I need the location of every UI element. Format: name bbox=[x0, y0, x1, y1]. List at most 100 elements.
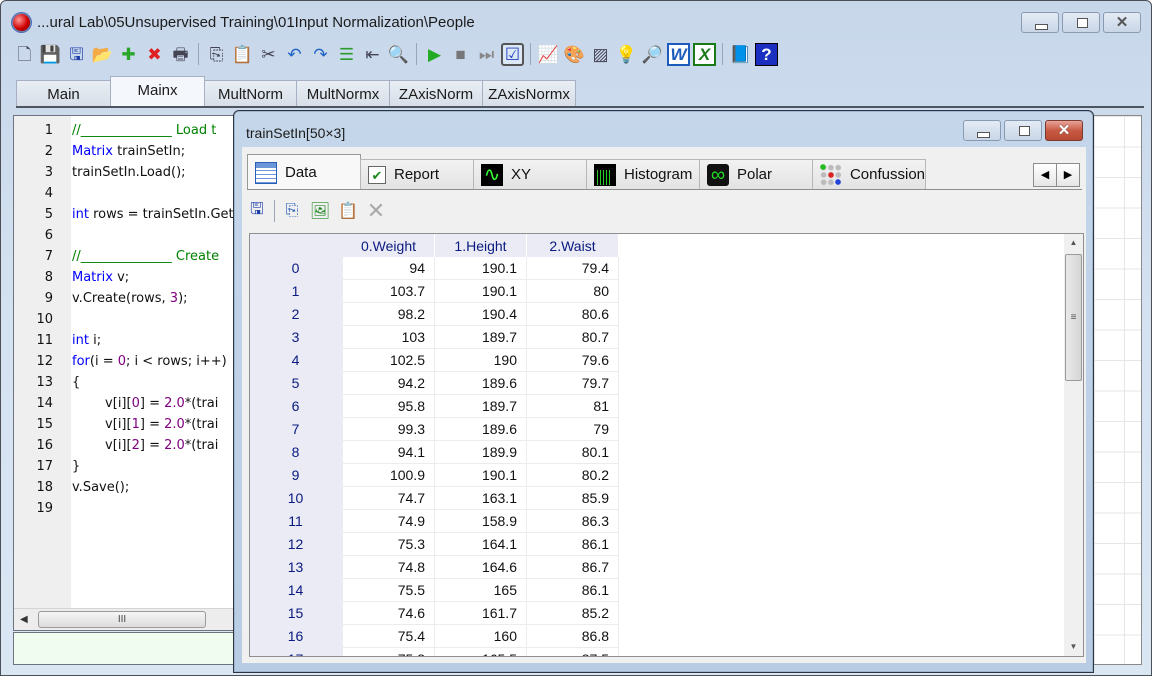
row-header[interactable]: 12 bbox=[250, 533, 343, 556]
table-row[interactable]: 8 94.1 189.9 80.1 bbox=[250, 441, 619, 464]
table-cell[interactable]: 161.7 bbox=[435, 602, 527, 625]
tab-polar[interactable]: ∞ Polar bbox=[699, 159, 813, 189]
horizontal-scrollbar[interactable]: ◀ III bbox=[14, 608, 234, 630]
table-cell[interactable]: 80.7 bbox=[527, 326, 619, 349]
run-button[interactable]: ▶ bbox=[423, 43, 446, 66]
table-row[interactable]: 4 102.5 190 79.6 bbox=[250, 349, 619, 372]
step-button[interactable]: ⏭ bbox=[475, 43, 498, 66]
table-row[interactable]: 12 75.3 164.1 86.1 bbox=[250, 533, 619, 556]
table-cell[interactable]: 160 bbox=[435, 625, 527, 648]
cut-button[interactable]: ✂ bbox=[257, 43, 280, 66]
table-cell[interactable]: 80.2 bbox=[527, 464, 619, 487]
table-cell[interactable]: 165 bbox=[435, 579, 527, 602]
undo-button[interactable]: ↶ bbox=[283, 43, 306, 66]
indent-button[interactable]: ☰ bbox=[335, 43, 358, 66]
excel-button[interactable]: X bbox=[693, 42, 716, 66]
open-folder-button[interactable]: 📂 bbox=[91, 43, 114, 66]
table-cell[interactable]: 164.6 bbox=[435, 556, 527, 579]
table-cell[interactable]: 163.1 bbox=[435, 487, 527, 510]
table-cell[interactable]: 85.9 bbox=[527, 487, 619, 510]
row-header[interactable]: 15 bbox=[250, 602, 343, 625]
table-cell[interactable]: 74.6 bbox=[343, 602, 435, 625]
table-cell[interactable]: 86.1 bbox=[527, 579, 619, 602]
table-row[interactable]: 1775.8165.587.5 bbox=[250, 648, 619, 656]
find-button[interactable]: 🔍 bbox=[387, 43, 410, 66]
tab-confussion[interactable]: Confussion bbox=[812, 159, 926, 189]
viewer-close-button[interactable]: ✕ bbox=[1045, 120, 1083, 141]
print-button[interactable]: 🖶 bbox=[169, 43, 192, 66]
table-row[interactable]: 10 74.7 163.1 85.9 bbox=[250, 487, 619, 510]
table-cell[interactable]: 189.7 bbox=[435, 395, 527, 418]
close-button[interactable]: ✕ bbox=[1103, 12, 1141, 33]
row-header[interactable]: 17 bbox=[250, 648, 343, 656]
table-cell[interactable]: 190.1 bbox=[435, 280, 527, 303]
table-cell[interactable]: 190.4 bbox=[435, 303, 527, 326]
vertical-scroll-thumb[interactable]: ≡ bbox=[1065, 254, 1082, 381]
code-editor[interactable]: 1 //______________ Load t 2 Matrix trainSet… bbox=[13, 115, 235, 631]
table-cell[interactable]: 80.6 bbox=[527, 303, 619, 326]
tab-histogram[interactable]: Histogram bbox=[586, 159, 700, 189]
maximize-button[interactable] bbox=[1062, 12, 1100, 33]
output-pane[interactable] bbox=[13, 632, 239, 665]
table-cell[interactable]: 165.5 bbox=[435, 648, 527, 656]
table-cell[interactable]: 158.9 bbox=[435, 510, 527, 533]
table-cell[interactable]: 189.9 bbox=[435, 441, 527, 464]
book-button[interactable]: 📘 bbox=[729, 43, 752, 66]
table-cell[interactable]: 80.1 bbox=[527, 441, 619, 464]
table-cell[interactable]: 189.6 bbox=[435, 418, 527, 441]
table-cell[interactable]: 103 bbox=[343, 326, 435, 349]
table-row[interactable]: 16 75.4 160 86.8 bbox=[250, 625, 619, 648]
table-row[interactable]: 11 74.9 158.9 86.3 bbox=[250, 510, 619, 533]
save-button[interactable]: 💾 bbox=[39, 43, 62, 66]
table-cell[interactable]: 94.1 bbox=[343, 441, 435, 464]
table-cell[interactable]: 189.7 bbox=[435, 326, 527, 349]
data-grid[interactable]: 0.Weight 1.Height 2.Waist 0 94 190.1 79.4 1 103… bbox=[249, 233, 1084, 657]
table-cell[interactable]: 190 bbox=[435, 349, 527, 372]
save-image-button[interactable]: 🖫 bbox=[246, 200, 268, 222]
table-cell[interactable]: 103.7 bbox=[343, 280, 435, 303]
table-row[interactable]: 7 99.3 189.6 79 bbox=[250, 418, 619, 441]
new-file-button[interactable]: 🗋 bbox=[13, 43, 36, 66]
row-header[interactable]: 13 bbox=[250, 556, 343, 579]
table-row[interactable]: 6 95.8 189.7 81 bbox=[250, 395, 619, 418]
row-header[interactable]: 10 bbox=[250, 487, 343, 510]
table-cell[interactable]: 99.3 bbox=[343, 418, 435, 441]
tab-scroll-right-button[interactable]: ▶ bbox=[1056, 163, 1080, 187]
copy-image-button[interactable]: 🖼 bbox=[309, 200, 331, 222]
table-cell[interactable]: 190.1 bbox=[435, 257, 527, 280]
check-button[interactable]: ☑ bbox=[501, 42, 524, 66]
scroll-left-icon[interactable]: ◀ bbox=[20, 614, 28, 625]
word-button[interactable]: W bbox=[667, 42, 690, 66]
horizontal-scroll-thumb[interactable]: III bbox=[38, 611, 206, 628]
table-cell[interactable]: 75.8 bbox=[343, 648, 435, 656]
help-button[interactable]: ? bbox=[755, 42, 778, 66]
table-cell[interactable]: 74.8 bbox=[343, 556, 435, 579]
tab-mainx[interactable]: Mainx bbox=[110, 76, 205, 107]
row-header[interactable]: 7 bbox=[250, 418, 343, 441]
add-button[interactable]: ✚ bbox=[117, 43, 140, 66]
table-cell[interactable]: 102.5 bbox=[343, 349, 435, 372]
table-cell[interactable]: 86.1 bbox=[527, 533, 619, 556]
table-row[interactable]: 13 74.8 164.6 86.7 bbox=[250, 556, 619, 579]
row-header[interactable]: 8 bbox=[250, 441, 343, 464]
row-header[interactable]: 16 bbox=[250, 625, 343, 648]
table-cell[interactable]: 189.6 bbox=[435, 372, 527, 395]
tab-zaxisnorm[interactable]: ZAxisNorm bbox=[389, 80, 483, 107]
column-header[interactable]: 0.Weight bbox=[343, 234, 435, 257]
row-header[interactable]: 5 bbox=[250, 372, 343, 395]
viewer-minimize-button[interactable] bbox=[963, 120, 1001, 141]
row-header[interactable]: 11 bbox=[250, 510, 343, 533]
copy-button[interactable]: ⎘ bbox=[205, 43, 228, 66]
table-cell[interactable]: 94.2 bbox=[343, 372, 435, 395]
row-header[interactable]: 0 bbox=[250, 257, 343, 280]
row-header[interactable]: 1 bbox=[250, 280, 343, 303]
row-header[interactable]: 6 bbox=[250, 395, 343, 418]
chart-button[interactable]: 📈 bbox=[537, 43, 560, 66]
column-header[interactable]: 1.Height bbox=[435, 234, 527, 257]
table-cell[interactable]: 100.9 bbox=[343, 464, 435, 487]
row-header[interactable]: 3 bbox=[250, 326, 343, 349]
viewer-maximize-button[interactable] bbox=[1004, 120, 1042, 141]
row-header[interactable]: 9 bbox=[250, 464, 343, 487]
table-cell[interactable]: 87.5 bbox=[527, 648, 619, 656]
table-row[interactable]: 14 75.5 165 86.1 bbox=[250, 579, 619, 602]
